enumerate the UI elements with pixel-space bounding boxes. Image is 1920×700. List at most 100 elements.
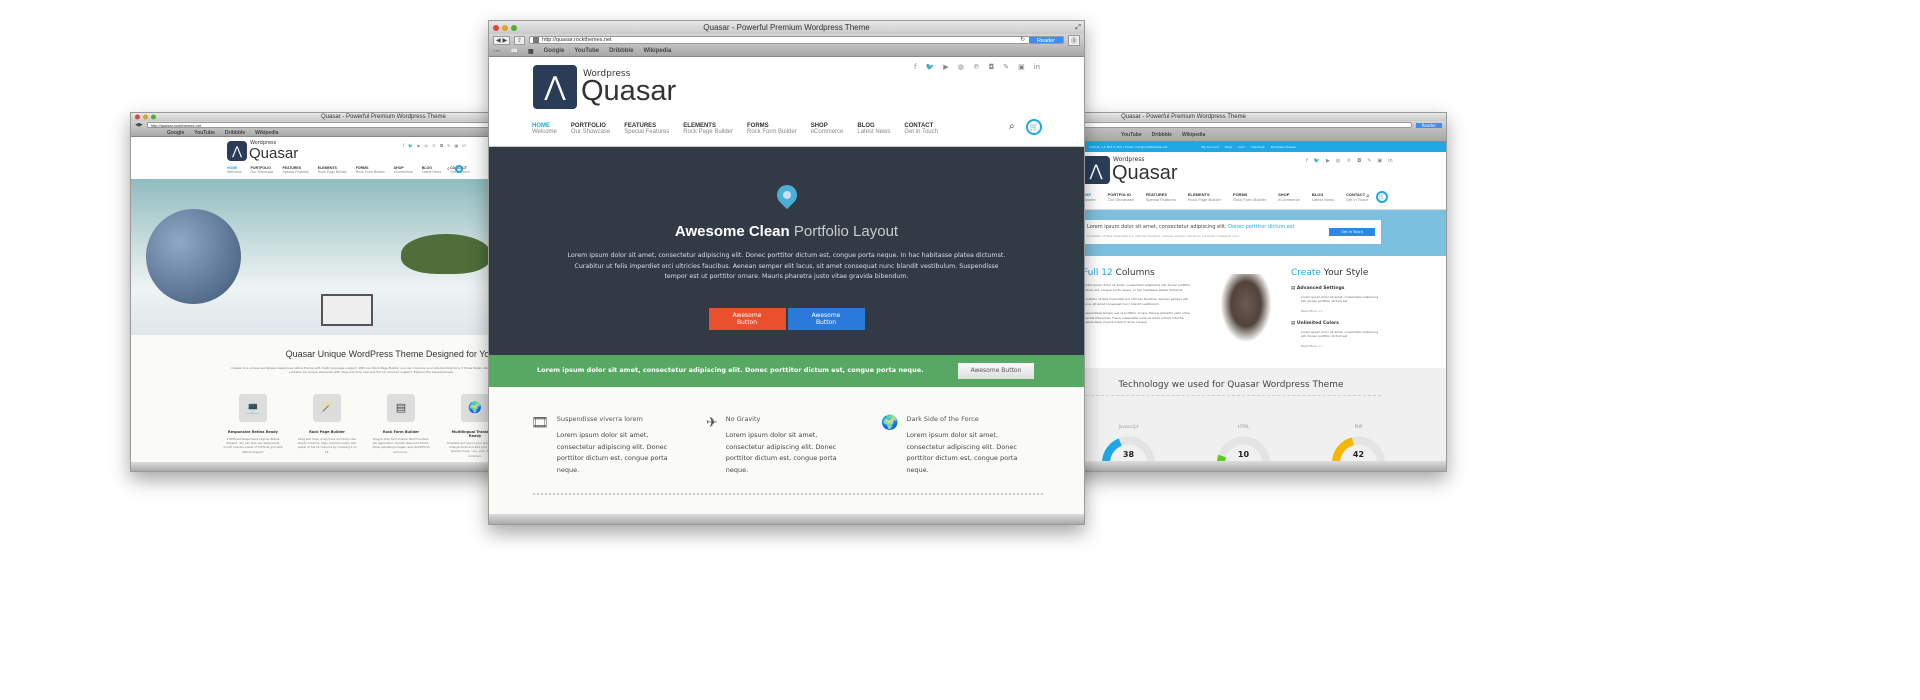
in-social-icon[interactable]: in	[1034, 63, 1040, 71]
read-more-link[interactable]: Read More >>	[1301, 309, 1391, 313]
search-icon[interactable]: ⌕	[1366, 192, 1370, 201]
fk-social-icon[interactable]: ✎	[447, 143, 450, 148]
topbar-link[interactable]: Shop	[1225, 145, 1233, 149]
feature-item: ✈ No Gravity Lorem ipsum dolor sit amet, c…	[706, 415, 881, 477]
get-in-touch-button[interactable]: Get in Touch	[1329, 228, 1375, 236]
nav-item-contact[interactable]: CONTACT Get in Touch	[904, 123, 938, 135]
nav-item-forms[interactable]: FORMS Rock Form Builder	[1233, 192, 1266, 202]
main-nav: HOME Welcome PORTFOLIO Our Showcase FEATURES…	[532, 123, 938, 135]
nav-item-home[interactable]: HOME Welcome	[532, 123, 557, 135]
bookmark[interactable]: Google	[167, 130, 184, 136]
downloads-button[interactable]: ⓪	[1067, 34, 1080, 46]
topbar-link[interactable]: My Account	[1201, 145, 1218, 149]
nav-item-elements[interactable]: ELEMENTS Rock Page Builder	[683, 123, 733, 135]
nav-item-blog[interactable]: BLOG Latest News	[857, 123, 890, 135]
back-forward-button[interactable]: ◀ ▶	[493, 35, 511, 45]
fl-social-icon[interactable]: ▣	[1377, 158, 1382, 164]
logo-icon[interactable]: ⋀	[533, 65, 577, 109]
back-forward-button[interactable]: ◀▶	[135, 122, 143, 128]
share-button[interactable]: ⇪	[514, 35, 526, 45]
topbar-link[interactable]: Cart	[1238, 145, 1244, 149]
logo-icon[interactable]: ⋀	[1082, 156, 1110, 184]
fl-social-icon[interactable]: ▣	[1018, 63, 1025, 71]
p-social-icon[interactable]: ℗	[1346, 158, 1351, 164]
nav-item-shop[interactable]: SHOP eCommerce	[1278, 192, 1300, 202]
read-more-link[interactable]: Read More >>	[1301, 344, 1391, 348]
yt-social-icon[interactable]: ▶	[943, 63, 948, 71]
bookmark[interactable]: Dribbble	[225, 130, 245, 136]
f-social-icon[interactable]: f	[403, 143, 404, 148]
bookmark[interactable]: Wikipedia	[255, 130, 278, 136]
dr-social-icon[interactable]: ◍	[1336, 158, 1340, 164]
bookmarks-icon[interactable]: 📖	[510, 48, 517, 55]
nav-item-shop[interactable]: SHOP eCommerce	[394, 166, 413, 174]
fk-social-icon[interactable]: ✎	[1003, 63, 1009, 71]
nav-item-forms[interactable]: FORMS Rock Form Builder	[747, 123, 797, 135]
main-nav: HOME Welcome PORTFOLIO Our Showcase FEATURES…	[227, 166, 470, 174]
nav-item-portfolio[interactable]: PORTFOLIO Our Showcase	[1108, 192, 1134, 202]
fullscreen-icon[interactable]: ⤢	[1075, 21, 1081, 34]
reload-icon[interactable]: ↻	[1020, 37, 1025, 43]
logo-icon[interactable]: ⋀	[227, 141, 247, 161]
cart-icon[interactable]: 🛒	[1026, 119, 1042, 135]
search-icon[interactable]: ⌕	[1009, 121, 1015, 132]
t-social-icon[interactable]: 🐦	[408, 143, 413, 148]
t-social-icon[interactable]: 🐦	[925, 63, 934, 71]
nav-item-elements[interactable]: ELEMENTS Rock Page Builder	[318, 166, 347, 174]
bookmark[interactable]: YouTube	[574, 48, 599, 54]
fl-social-icon[interactable]: ▣	[455, 143, 459, 148]
f-social-icon[interactable]: f	[914, 63, 916, 71]
reader-button[interactable]: Reader	[1028, 36, 1063, 44]
hero-title-bold: Awesome Clean	[674, 223, 790, 240]
nav-item-portfolio[interactable]: PORTFOLIO Our Showcase	[251, 166, 274, 174]
nav-item-contact[interactable]: CONTACT Get in Touch	[1346, 192, 1368, 202]
cart-icon[interactable]: 🛒	[455, 165, 463, 173]
reader-button[interactable]: Reader	[1415, 122, 1442, 128]
nav-item-shop[interactable]: SHOP eCommerce	[811, 123, 844, 135]
topbar-link[interactable]: Purchase Quasar	[1271, 145, 1296, 149]
nav-item-features[interactable]: FEATURES Special Features	[1146, 192, 1176, 202]
address-bar[interactable]: http://quasar.rockthemes.net ↻ Reader	[529, 35, 1064, 45]
nav-item-forms[interactable]: FORMS Rock Form Builder	[356, 166, 385, 174]
awesome-button-gray[interactable]: Awesome Button	[958, 363, 1034, 379]
nav-item-features[interactable]: FEATURES Special Features	[283, 166, 309, 174]
in-social-icon[interactable]: in	[1388, 158, 1393, 164]
main-nav: HOME Welcome PORTFOLIO Our Showcase FEATURES…	[1079, 192, 1368, 202]
bookmark[interactable]: Wikipedia	[643, 48, 671, 54]
search-icon[interactable]: ⌕	[447, 166, 450, 172]
dr-social-icon[interactable]: ◍	[424, 143, 428, 148]
nav-item-blog[interactable]: BLOG Latest News	[1312, 192, 1334, 202]
globe-icon: 🌍	[881, 415, 899, 431]
f-social-icon[interactable]: f	[1306, 158, 1308, 164]
in-social-icon[interactable]: in	[462, 143, 466, 148]
nav-item-features[interactable]: FEATURES Special Features	[624, 123, 669, 135]
ig-social-icon[interactable]: ◘	[440, 143, 443, 148]
bookmark[interactable]: Dribbble	[609, 48, 633, 54]
bookmark[interactable]: Google	[544, 48, 565, 54]
bookmark[interactable]: YouTube	[194, 130, 215, 136]
nav-item-elements[interactable]: ELEMENTS Rock Page Builder	[1188, 192, 1221, 202]
yt-social-icon[interactable]: ▶	[417, 143, 420, 148]
dr-social-icon[interactable]: ◍	[958, 63, 964, 71]
topbar-link[interactable]: Checkout	[1251, 145, 1265, 149]
yt-social-icon[interactable]: ▶	[1326, 158, 1330, 164]
nav-item-blog[interactable]: BLOG Latest News	[422, 166, 441, 174]
awesome-button-blue[interactable]: Awesome Button	[787, 308, 865, 331]
form-icon: ▤	[387, 394, 415, 422]
nav-item-portfolio[interactable]: PORTFOLIO Our Showcase	[571, 123, 610, 135]
nav-item-home[interactable]: HOME Welcome	[227, 166, 242, 174]
bookmark[interactable]: Wikipedia	[1182, 132, 1205, 138]
p-social-icon[interactable]: ℗	[973, 63, 980, 71]
t-social-icon[interactable]: 🐦	[1314, 158, 1320, 164]
ig-social-icon[interactable]: ◘	[989, 63, 995, 71]
ig-social-icon[interactable]: ◘	[1357, 158, 1361, 164]
top-sites-icon[interactable]: ▦	[528, 48, 534, 55]
cart-icon[interactable]: 🛒	[1376, 191, 1388, 203]
p-social-icon[interactable]: ℗	[432, 143, 436, 148]
fk-social-icon[interactable]: ✎	[1367, 158, 1371, 164]
reading-list-icon[interactable]: 👓	[493, 48, 500, 55]
awesome-button-orange[interactable]: Awesome Button	[708, 308, 786, 331]
settings-icon: ▤	[1291, 286, 1296, 291]
bookmark[interactable]: Dribbble	[1152, 132, 1172, 138]
bookmark[interactable]: YouTube	[1121, 132, 1142, 138]
